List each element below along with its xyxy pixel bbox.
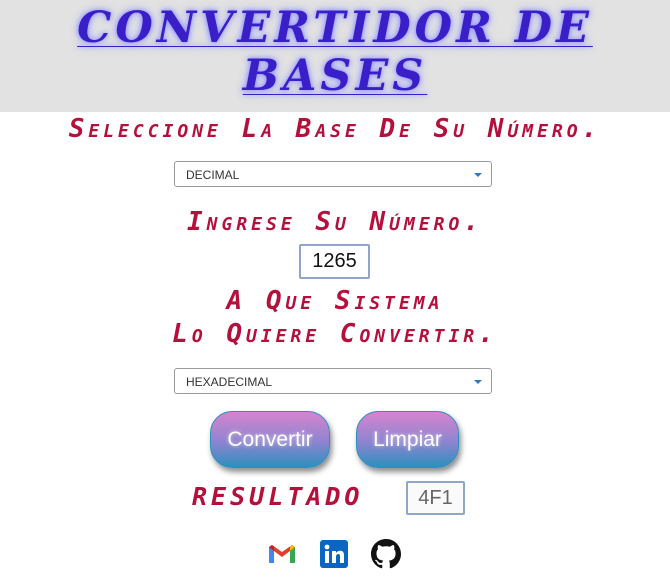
result-label: RESULTADO: [192, 482, 364, 511]
target-base-select[interactable]: HEXADECIMAL: [174, 368, 492, 394]
result-field: 4F1: [406, 481, 465, 515]
github-icon[interactable]: [371, 539, 401, 569]
header: CONVERTIDOR DE BASES: [0, 0, 670, 112]
source-base-select[interactable]: DECIMAL: [174, 161, 492, 187]
chevron-down-icon: [474, 380, 482, 384]
target-label-line-1: A Que Sistema: [226, 286, 444, 316]
chevron-down-icon: [474, 173, 482, 177]
number-input[interactable]: 1265: [299, 244, 370, 279]
convert-button[interactable]: Convertir: [210, 411, 330, 468]
target-base-value: HEXADECIMAL: [186, 375, 273, 389]
target-label-line-2: Lo Quiere Convertir.: [172, 319, 498, 349]
enter-number-label: Ingrese Su Número.: [187, 207, 483, 237]
clear-button[interactable]: Limpiar: [356, 411, 459, 468]
page-title: CONVERTIDOR DE BASES: [0, 4, 670, 100]
target-base-label: A Que Sistema Lo Quiere Convertir.: [0, 285, 670, 351]
gmail-icon[interactable]: [267, 539, 297, 569]
title-line-2: BASES: [242, 51, 428, 101]
linkedin-icon[interactable]: [319, 539, 349, 569]
source-base-value: DECIMAL: [186, 168, 240, 182]
select-base-label: Seleccione La Base De Su Número.: [68, 114, 602, 144]
title-line-1: CONVERTIDOR DE: [77, 3, 593, 53]
